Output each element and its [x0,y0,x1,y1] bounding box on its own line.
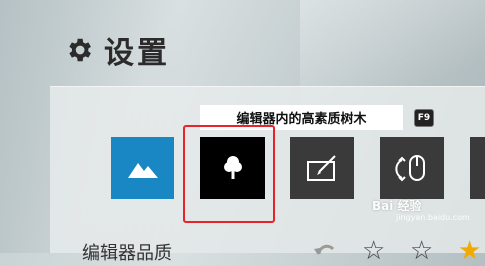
quality-star-2[interactable]: ☆ [410,238,433,264]
mountain-icon [127,163,158,178]
quality-star-3[interactable]: ★ [458,238,481,264]
reset-icon[interactable] [313,240,335,256]
watermark-url: jingyan.baidu.com [396,213,470,222]
gear-icon [69,38,91,62]
quality-star-1[interactable]: ☆ [362,238,385,264]
landscape-mode-button[interactable] [111,137,174,199]
page-title: 设置 [104,36,170,71]
page-header: 设置 [64,30,170,71]
quality-label: 编辑器品质 [82,243,172,264]
shortcut-key-badge: F9 [414,109,434,127]
watermark-logo: Bai 经验 [372,199,422,213]
pen-tablet-icon [307,155,336,181]
more-tile-button[interactable] [470,137,485,199]
pen-tablet-button[interactable] [290,137,354,199]
selection-highlight [183,125,275,223]
mouse-icon [395,155,425,182]
mouse-button[interactable] [380,137,444,199]
